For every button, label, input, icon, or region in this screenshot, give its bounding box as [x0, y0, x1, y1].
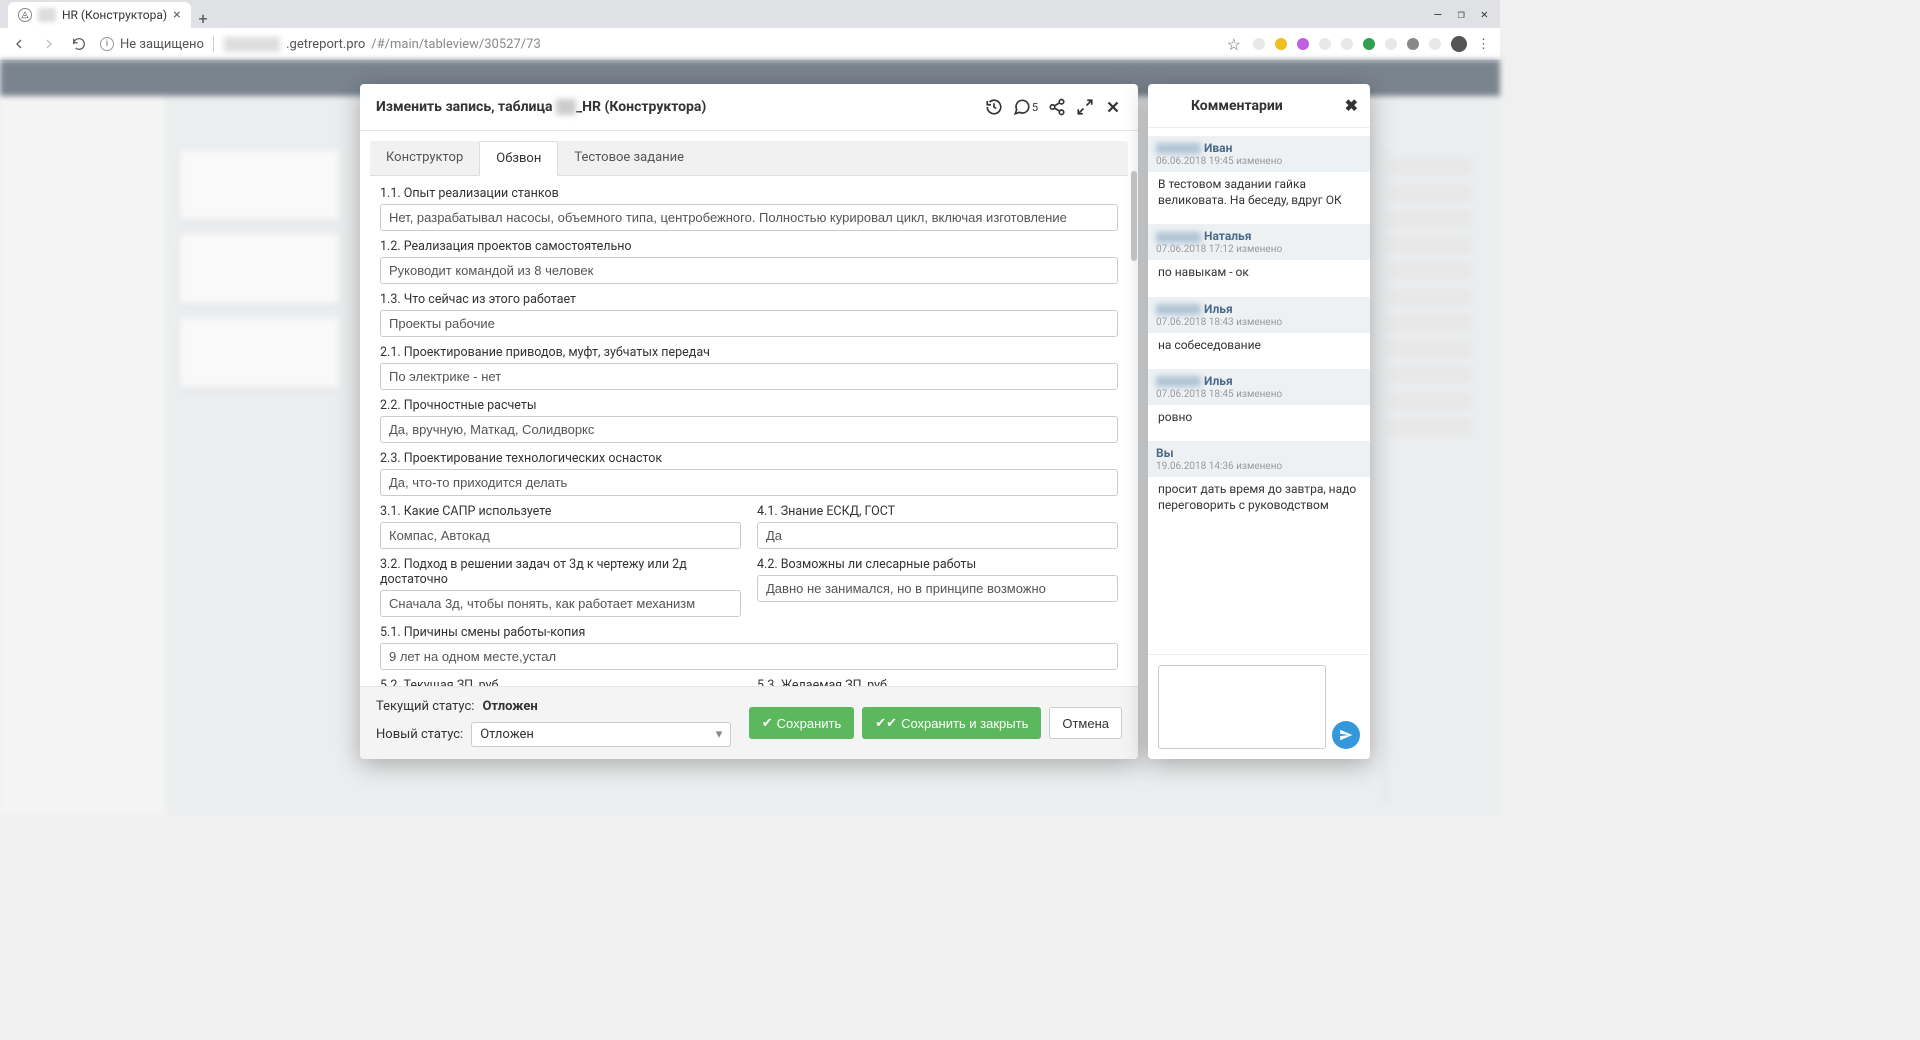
new-status-label: Новый статус: — [376, 727, 463, 742]
ext-icon[interactable] — [1429, 38, 1441, 50]
comments-close-icon[interactable]: ✖ — [1345, 96, 1358, 115]
ext-icon[interactable] — [1363, 38, 1375, 50]
url-field[interactable]: i Не защищено │ .getreport.pro/#/main/ta… — [100, 36, 1215, 52]
modal-title: Изменить запись, таблица _HR (Конструкто… — [376, 99, 706, 115]
ext-icon[interactable] — [1253, 38, 1265, 50]
edit-record-modal: Изменить запись, таблица _HR (Конструкто… — [360, 84, 1138, 759]
window-minimize[interactable]: — — [1434, 7, 1441, 21]
comment-item: Илья07.06.2018 18:45 изменено ровно — [1148, 361, 1370, 433]
field-label: 5.3. Желаемая ЗП, руб. — [757, 678, 1118, 686]
field-label: 1.3. Что сейчас из этого работает — [380, 292, 1118, 307]
favicon-icon: ◬ — [18, 8, 32, 22]
new-tab-button[interactable]: + — [191, 9, 216, 28]
new-status-select[interactable]: Отложен — [471, 722, 731, 747]
ext-icon[interactable] — [1385, 38, 1397, 50]
comment-textarea[interactable] — [1158, 665, 1326, 749]
ext-icon[interactable] — [1341, 38, 1353, 50]
field-input-4-2[interactable] — [757, 575, 1118, 602]
window-maximize[interactable]: ❐ — [1458, 7, 1465, 21]
tab-call[interactable]: Обзвон — [479, 141, 558, 176]
profile-avatar[interactable] — [1451, 36, 1467, 52]
field-label: 1.1. Опыт реализации станков — [380, 186, 1118, 201]
field-label: 5.2. Текущая ЗП, руб — [380, 678, 741, 686]
window-close[interactable]: ✕ — [1481, 7, 1488, 21]
tab-close-icon[interactable]: × — [173, 7, 180, 23]
bookmark-star-icon[interactable]: ☆ — [1227, 35, 1241, 54]
field-input-2-2[interactable] — [380, 416, 1118, 443]
send-comment-button[interactable] — [1332, 721, 1360, 749]
security-label: Не защищено — [120, 37, 204, 52]
browser-tab-bar: ◬ HR (Конструктора) × + — [0, 0, 1500, 28]
field-label: 4.1. Знание ЕСКД, ГОСТ — [757, 504, 1118, 519]
field-label: 3.2. Подход в решении задач от 3д к черт… — [380, 557, 741, 587]
modal-footer: Текущий статус: Отложен Новый статус: От… — [360, 686, 1138, 759]
comments-header: Комментарии ✖ — [1148, 84, 1370, 128]
url-host: .getreport.pro — [286, 37, 365, 52]
modal-actions: 5 — [985, 98, 1122, 116]
share-icon[interactable] — [1048, 98, 1066, 116]
field-input-1-1[interactable] — [380, 204, 1118, 231]
field-input-4-1[interactable] — [757, 522, 1118, 549]
field-label: 2.3. Проектирование технологических осна… — [380, 451, 1118, 466]
nav-reload-button[interactable] — [70, 35, 88, 53]
browser-menu-icon[interactable]: ⋮ — [1477, 37, 1490, 52]
field-label: 5.1. Причины смены работы-копия — [380, 625, 1118, 640]
comment-item: Иван06.06.2018 19:45 изменено В тестовом… — [1148, 128, 1370, 216]
field-input-3-2[interactable] — [380, 590, 741, 617]
extension-icons: ⋮ — [1253, 36, 1490, 52]
nav-forward-button[interactable] — [40, 35, 58, 53]
browser-chrome: — ❐ ✕ ◬ HR (Конструктора) × + i Не защищ… — [0, 0, 1500, 61]
comments-panel: Комментарии ✖ Иван06.06.2018 19:45 измен… — [1148, 84, 1370, 759]
field-input-5-1[interactable] — [380, 643, 1118, 670]
comments-icon[interactable]: 5 — [1013, 98, 1038, 116]
field-input-2-1[interactable] — [380, 363, 1118, 390]
field-label: 1.2. Реализация проектов самостоятельно — [380, 239, 1118, 254]
ext-icon[interactable] — [1319, 38, 1331, 50]
field-input-3-1[interactable] — [380, 522, 741, 549]
field-input-1-2[interactable] — [380, 257, 1118, 284]
field-input-1-3[interactable] — [380, 310, 1118, 337]
cancel-button[interactable]: Отмена — [1049, 707, 1122, 739]
expand-icon[interactable] — [1076, 98, 1094, 116]
comment-item: Илья07.06.2018 18:43 изменено на собесед… — [1148, 289, 1370, 361]
modal-scrollbar[interactable] — [1129, 171, 1137, 616]
security-info-icon: i — [100, 37, 114, 51]
save-button[interactable]: ✔ Сохранить — [749, 707, 855, 739]
comments-list[interactable]: Иван06.06.2018 19:45 изменено В тестовом… — [1148, 128, 1370, 654]
comment-input-area — [1148, 654, 1370, 759]
history-icon[interactable] — [985, 98, 1003, 116]
field-label: 2.1. Проектирование приводов, муфт, зубч… — [380, 345, 1118, 360]
field-label: 4.2. Возможны ли слесарные работы — [757, 557, 1118, 572]
nav-back-button[interactable] — [10, 35, 28, 53]
field-label: 2.2. Прочностные расчеты — [380, 398, 1118, 413]
modal-header: Изменить запись, таблица _HR (Конструкто… — [360, 84, 1138, 131]
tab-test-task[interactable]: Тестовое задание — [558, 141, 700, 175]
ext-icon[interactable] — [1297, 38, 1309, 50]
tab-constructor[interactable]: Конструктор — [370, 141, 479, 175]
address-bar: i Не защищено │ .getreport.pro/#/main/ta… — [0, 28, 1500, 60]
save-close-button[interactable]: ✔✔ Сохранить и закрыть — [862, 707, 1041, 739]
comment-item: Вы19.06.2018 14:36 изменено просит дать … — [1148, 433, 1370, 521]
field-input-2-3[interactable] — [380, 469, 1118, 496]
ext-icon[interactable] — [1407, 38, 1419, 50]
browser-tab-title: HR (Конструктора) — [62, 8, 167, 22]
form-content[interactable]: 1.1. Опыт реализации станков 1.2. Реализ… — [360, 176, 1138, 686]
browser-tab-active[interactable]: ◬ HR (Конструктора) × — [8, 2, 191, 28]
url-path: /#/main/tableview/30527/73 — [371, 37, 541, 52]
comments-title: Комментарии — [1191, 98, 1283, 114]
ext-icon[interactable] — [1275, 38, 1287, 50]
current-status-value: Отложен — [482, 699, 537, 714]
window-controls: — ❐ ✕ — [1422, 0, 1500, 28]
comment-item: Наталья07.06.2018 17:12 изменено по навы… — [1148, 216, 1370, 288]
close-icon[interactable] — [1104, 98, 1122, 116]
current-status-label: Текущий статус: — [376, 699, 474, 714]
field-label: 3.1. Какие САПР используете — [380, 504, 741, 519]
modal-tabs: Конструктор Обзвон Тестовое задание — [370, 141, 1128, 176]
